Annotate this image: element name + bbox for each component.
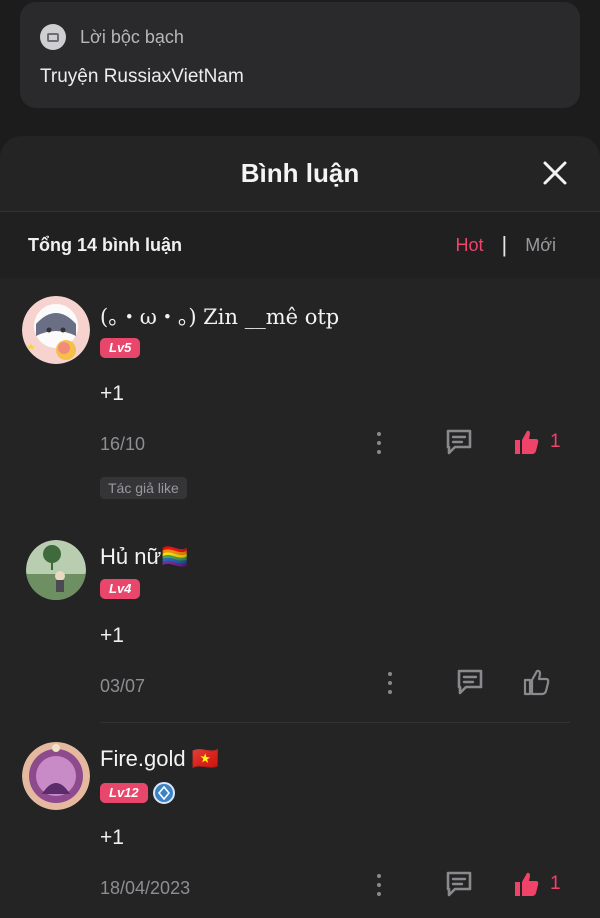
like-button[interactable] bbox=[522, 668, 550, 696]
story-info-card[interactable]: Lời bộc bạch Truyện RussiaxVietNam bbox=[20, 2, 580, 108]
username[interactable]: (。・ω・。) Zin __mê otp bbox=[100, 301, 339, 331]
like-count: 1 bbox=[550, 873, 561, 894]
thumbs-up-outline-icon bbox=[523, 669, 550, 696]
avatar[interactable] bbox=[22, 296, 90, 364]
comment-text: +1 bbox=[100, 624, 124, 647]
comments-sheet: Bình luận Tổng 14 bình luận Hot | Mới (。… bbox=[0, 136, 600, 918]
sheet-title: Bình luận bbox=[240, 158, 360, 188]
diamond-badge-icon bbox=[153, 782, 175, 804]
like-button[interactable]: 1 bbox=[512, 428, 561, 456]
sort-tabs: Hot | Mới bbox=[455, 234, 572, 256]
comment-text: +1 bbox=[100, 826, 124, 849]
comment-date: 18/04/2023 bbox=[100, 878, 191, 898]
reply-icon[interactable] bbox=[444, 428, 474, 456]
avatar[interactable] bbox=[22, 742, 90, 810]
comment-date: 03/07 bbox=[100, 676, 146, 696]
more-options-icon[interactable] bbox=[374, 432, 384, 456]
comment-text: +1 bbox=[100, 382, 124, 405]
close-icon[interactable] bbox=[540, 158, 570, 188]
sheet-header: Bình luận bbox=[0, 136, 600, 212]
tab-separator: | bbox=[501, 232, 508, 257]
level-badge: Lv4 bbox=[100, 579, 141, 599]
username[interactable]: Hủ nữ🏳️‍🌈 bbox=[100, 544, 189, 570]
username[interactable]: Fire.gold 🇻🇳 bbox=[100, 746, 219, 772]
comment-total: Tổng 14 bình luận bbox=[28, 234, 182, 255]
comment-date: 16/10 bbox=[100, 434, 146, 454]
thumbs-up-icon bbox=[515, 430, 539, 454]
comment-summary-bar: Tổng 14 bình luận Hot | Mới bbox=[0, 212, 600, 278]
level-badge: Lv5 bbox=[100, 338, 141, 358]
more-options-icon[interactable] bbox=[385, 672, 395, 696]
reply-icon[interactable] bbox=[444, 870, 474, 898]
tab-hot[interactable]: Hot bbox=[455, 235, 483, 256]
story-title: Truyện RussiaxVietNam bbox=[40, 66, 244, 87]
author-liked-badge: Tác giả like bbox=[100, 477, 187, 499]
like-count: 1 bbox=[550, 431, 561, 452]
like-button[interactable]: 1 bbox=[512, 870, 561, 898]
more-options-icon[interactable] bbox=[374, 874, 384, 898]
level-badge: Lv12 bbox=[100, 783, 148, 803]
tab-new[interactable]: Mới bbox=[525, 235, 556, 256]
thumbs-up-icon bbox=[515, 872, 539, 896]
avatar[interactable] bbox=[26, 540, 86, 600]
divider bbox=[100, 722, 570, 723]
story-label-row: Lời bộc bạch bbox=[40, 24, 184, 50]
story-section-label: Lời bộc bạch bbox=[80, 26, 184, 47]
reply-icon[interactable] bbox=[455, 668, 485, 696]
document-icon bbox=[40, 24, 66, 50]
